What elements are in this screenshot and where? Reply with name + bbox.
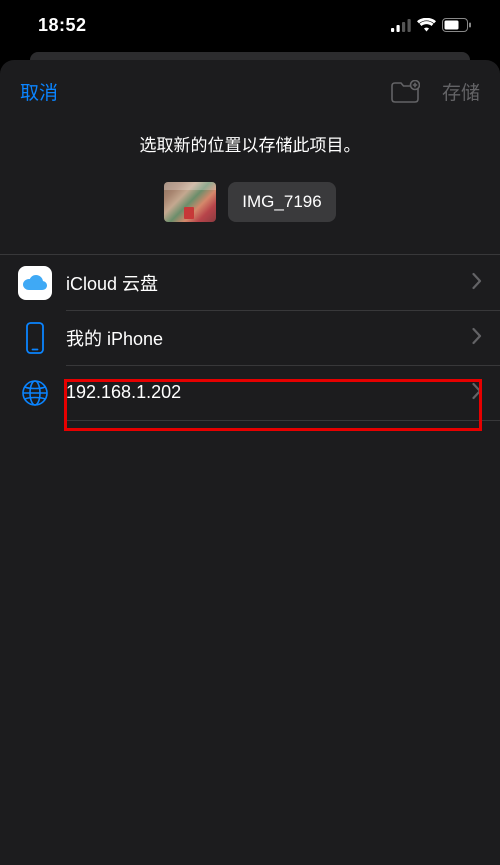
sheet-header: 取消 存储 <box>0 60 500 117</box>
new-folder-icon[interactable] <box>390 80 420 104</box>
save-button[interactable]: 存储 <box>442 78 480 105</box>
location-item-icloud[interactable]: iCloud 云盘 <box>0 255 500 310</box>
header-right: 存储 <box>390 78 480 105</box>
location-item-iphone[interactable]: 我的 iPhone <box>0 310 500 365</box>
location-item-network[interactable]: 192.168.1.202 <box>0 365 500 420</box>
location-label: iCloud 云盘 <box>66 270 472 296</box>
icloud-icon <box>18 266 52 300</box>
globe-icon <box>18 376 52 410</box>
location-label: 192.168.1.202 <box>66 382 472 403</box>
status-indicators <box>391 18 472 32</box>
iphone-icon <box>18 321 52 355</box>
cancel-button[interactable]: 取消 <box>20 78 58 105</box>
status-time: 18:52 <box>38 15 87 36</box>
chevron-right-icon <box>472 380 482 406</box>
save-sheet: 取消 存储 选取新的位置以存储此项目。 IMG_7196 <box>0 60 500 865</box>
cellular-signal-icon <box>391 19 411 32</box>
file-thumbnail <box>164 182 216 222</box>
chevron-right-icon <box>472 325 482 351</box>
file-preview: IMG_7196 <box>0 158 500 254</box>
background-peek <box>30 52 470 60</box>
wifi-icon <box>417 18 436 32</box>
instruction-text: 选取新的位置以存储此项目。 <box>0 117 500 158</box>
status-bar: 18:52 <box>0 0 500 50</box>
filename-chip[interactable]: IMG_7196 <box>228 182 335 222</box>
chevron-right-icon <box>472 270 482 296</box>
battery-icon <box>442 18 472 32</box>
location-label: 我的 iPhone <box>66 325 472 351</box>
location-list: iCloud 云盘 我的 iPhone <box>0 254 500 420</box>
